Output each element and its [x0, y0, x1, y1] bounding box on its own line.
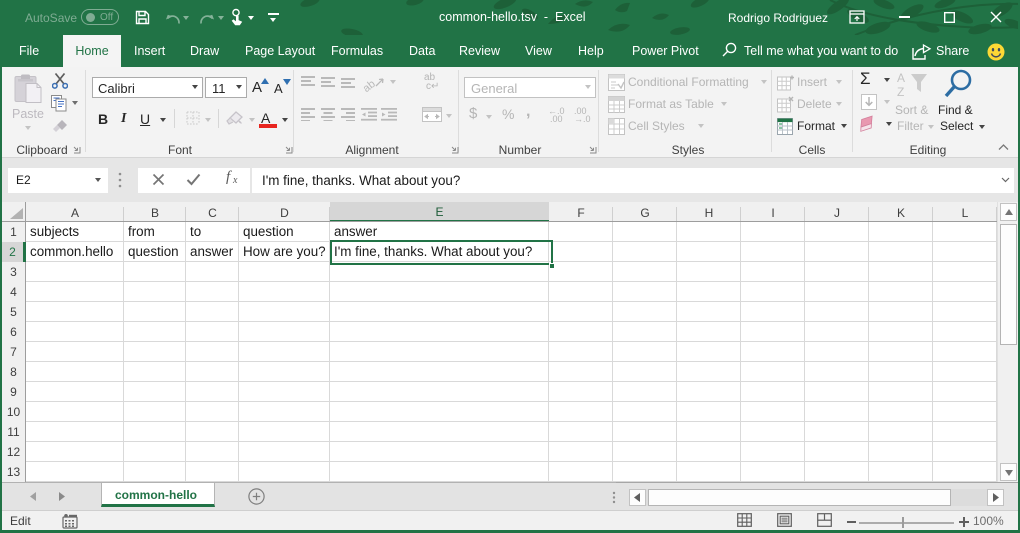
svg-text:ab: ab — [363, 78, 378, 92]
svg-text:Z: Z — [897, 85, 904, 99]
svg-text:A: A — [897, 71, 905, 85]
